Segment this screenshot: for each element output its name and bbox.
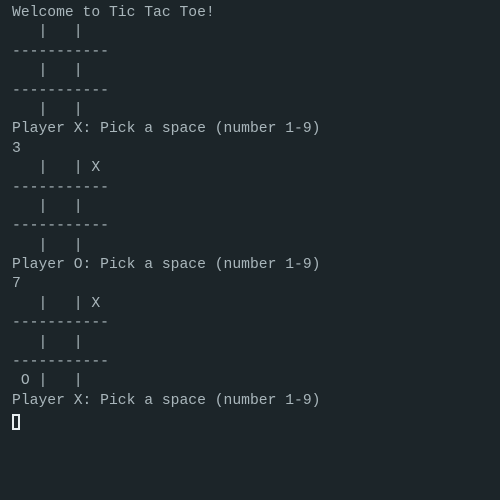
board-divider: -----------	[12, 82, 109, 99]
board-divider: -----------	[12, 43, 109, 60]
board-row-1: | | X	[12, 295, 101, 312]
board-row-3: | |	[12, 237, 83, 254]
player-input: 7	[12, 276, 21, 293]
board-row-2: | |	[12, 334, 83, 351]
input-line[interactable]	[12, 411, 500, 432]
board-divider: -----------	[12, 179, 109, 196]
player-input: 3	[12, 140, 21, 157]
welcome-message: Welcome to Tic Tac Toe!	[12, 5, 215, 21]
terminal-window[interactable]: Welcome to Tic Tac Toe! | | ----------- …	[0, 0, 500, 500]
player-x-prompt: Player X: Pick a space (number 1-9)	[12, 121, 321, 138]
board-row-1: | | X	[12, 160, 101, 177]
board-divider: -----------	[12, 218, 109, 235]
player-x-prompt: Player X: Pick a space (number 1-9)	[12, 392, 321, 409]
board-row-3: | |	[12, 101, 83, 118]
board-row-2: | |	[12, 63, 83, 80]
board-divider: -----------	[12, 315, 109, 332]
board-row-1: | |	[12, 24, 83, 41]
board-row-2: | |	[12, 198, 83, 215]
board-row-3: O | |	[12, 373, 83, 390]
text-cursor[interactable]	[12, 413, 20, 430]
player-o-prompt: Player O: Pick a space (number 1-9)	[12, 257, 321, 274]
board-divider: -----------	[12, 354, 109, 371]
